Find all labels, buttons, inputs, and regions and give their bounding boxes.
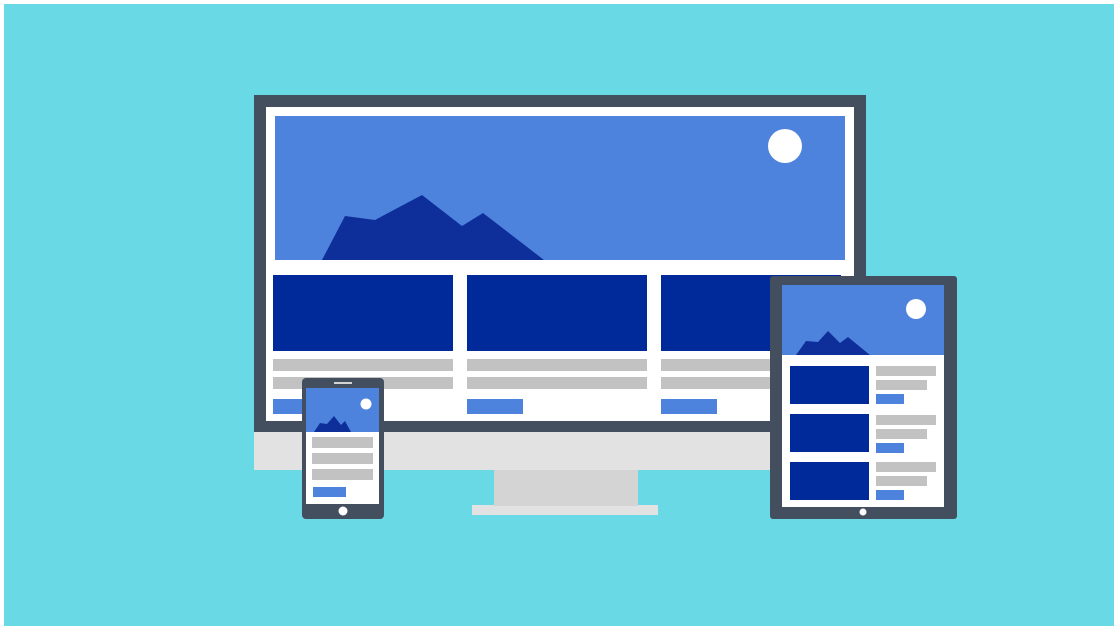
text-line: [467, 377, 647, 389]
responsive-design-illustration: [4, 4, 1114, 626]
monitor-stand-base: [472, 505, 658, 515]
card-button: [876, 394, 904, 404]
text-line: [312, 453, 373, 464]
card-button: [467, 399, 523, 414]
home-button-icon: [859, 508, 867, 516]
card-button: [876, 490, 904, 500]
text-line: [312, 469, 373, 480]
phone-speaker: [334, 382, 352, 384]
tablet: [770, 276, 957, 519]
card-button: [876, 443, 904, 453]
text-line: [876, 429, 927, 439]
home-button-icon: [338, 506, 348, 516]
monitor-stand: [494, 468, 638, 506]
text-line: [312, 437, 373, 448]
text-line: [467, 359, 647, 371]
card-image: [467, 275, 647, 351]
card-image: [790, 414, 869, 452]
text-line: [273, 359, 453, 371]
sun-icon: [768, 129, 802, 163]
text-line: [876, 476, 927, 486]
card-image: [790, 462, 869, 500]
text-line: [876, 380, 927, 390]
card-image: [790, 366, 869, 404]
sun-icon: [360, 398, 372, 410]
card-button: [313, 487, 346, 497]
smartphone: [302, 378, 384, 519]
text-line: [876, 415, 936, 425]
card-image: [273, 275, 453, 351]
sun-icon: [906, 299, 926, 319]
text-line: [876, 462, 936, 472]
text-line: [876, 366, 936, 376]
card-button: [661, 399, 717, 414]
